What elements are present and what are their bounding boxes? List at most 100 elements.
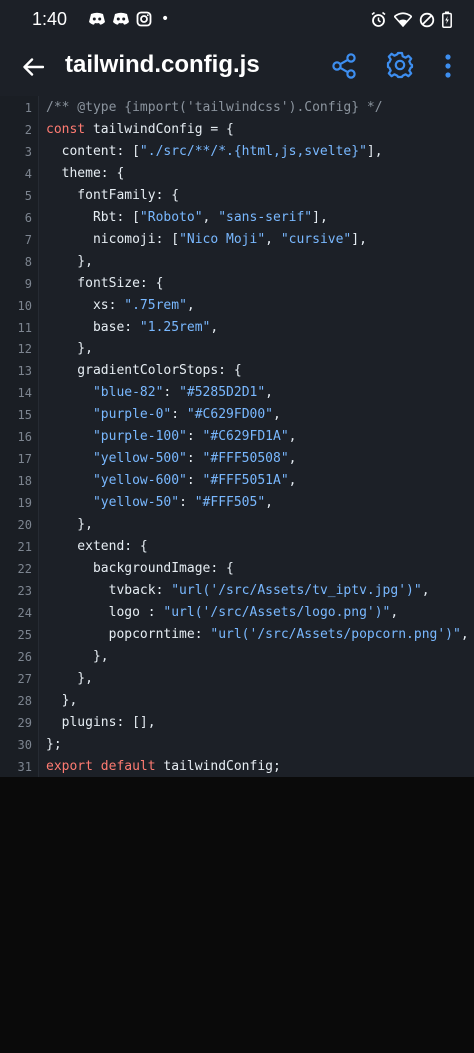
- code-token-string: "./src/**/*.{html,js,svelte}": [139, 143, 367, 159]
- code-text: fontFamily: {: [46, 185, 179, 207]
- more-vertical-icon[interactable]: [440, 52, 456, 80]
- code-line[interactable]: 1 /** @type {import('tailwindcss').Config…: [0, 97, 474, 119]
- code-line[interactable]: 23 tvback: "url('/src/Assets/tv_iptv.jpg…: [0, 580, 474, 602]
- code-text: extend: {: [46, 536, 148, 558]
- code-token-plain: extend: {: [46, 539, 148, 554]
- code-token-plain: ,: [288, 473, 297, 489]
- status-bar: 1:40 •: [0, 0, 474, 40]
- code-text: "yellow-50": "#FFF505",: [46, 492, 273, 514]
- code-line[interactable]: 11 base: "1.25rem",: [0, 317, 474, 339]
- arrow-left-icon: [23, 58, 44, 76]
- line-number: 13: [17, 364, 32, 379]
- code-text: xs: ".75rem",: [46, 295, 195, 317]
- code-text: Rbt: ["Roboto", "sans-serif"],: [46, 207, 328, 229]
- code-token-plain: xs:: [46, 297, 125, 313]
- line-number: 21: [17, 540, 32, 554]
- code-line[interactable]: 28 },: [0, 690, 474, 712]
- code-line[interactable]: 6 Rbt: ["Roboto", "sans-serif"],: [0, 207, 474, 229]
- code-line[interactable]: 24 logo : "url('/src/Assets/logo.png')",: [0, 602, 474, 624]
- line-number: 25: [17, 627, 32, 642]
- code-line[interactable]: 25 popcorntime: "url('/src/Assets/popcor…: [0, 624, 474, 646]
- code-token-plain: :: [163, 385, 180, 401]
- line-number: 3: [24, 144, 32, 159]
- code-token-string: "url('/src/Assets/popcorn.png')": [210, 626, 461, 642]
- code-line[interactable]: 8 },: [0, 251, 474, 273]
- code-line[interactable]: 19 "yellow-50": "#FFF505",: [0, 492, 474, 514]
- code-token-comment: /** @type {import('tailwindcss').Config}…: [46, 100, 383, 115]
- code-token-plain: nicomoji: [: [46, 231, 180, 247]
- code-token-string: "#FFF50508": [202, 451, 289, 467]
- line-number: 19: [17, 496, 32, 511]
- code-line[interactable]: 2 const tailwindConfig = {: [0, 119, 474, 141]
- code-line[interactable]: 22 backgroundImage: {: [0, 558, 474, 580]
- line-number: 2: [24, 122, 32, 137]
- code-token-plain: ,: [186, 297, 195, 313]
- code-line[interactable]: 9 fontSize: {: [0, 273, 474, 295]
- code-line[interactable]: 18 "yellow-600": "#FFF5051A",: [0, 470, 474, 492]
- code-line[interactable]: 7 nicomoji: ["Nico Moji", "cursive"],: [0, 229, 474, 251]
- code-line[interactable]: 15 "purple-0": "#C629FD00",: [0, 404, 474, 426]
- code-text: logo : "url('/src/Assets/logo.png')",: [46, 602, 399, 624]
- code-text: },: [46, 690, 78, 712]
- code-line[interactable]: 10 xs: ".75rem",: [0, 295, 474, 317]
- code-token-keyword: export: [46, 758, 93, 774]
- code-line[interactable]: 30};: [0, 734, 474, 756]
- code-line[interactable]: 31 export default tailwindConfig;: [0, 756, 474, 778]
- instagram-icon: [136, 11, 152, 27]
- line-number: 20: [17, 518, 32, 533]
- code-line[interactable]: 20 },: [0, 514, 474, 536]
- code-line[interactable]: 27 },: [0, 668, 474, 690]
- code-line[interactable]: 26 },: [0, 646, 474, 668]
- code-line[interactable]: 17 "yellow-500": "#FFF50508",: [0, 448, 474, 470]
- code-text: "blue-82": "#5285D2D1",: [46, 382, 273, 404]
- line-number: 24: [17, 605, 32, 620]
- code-token-keyword: default: [100, 758, 156, 774]
- app-bar: tailwind.config.js: [0, 40, 474, 96]
- code-token-string: "cursive": [280, 231, 352, 247]
- code-token-plain: :: [171, 407, 187, 423]
- code-line[interactable]: 16 "purple-100": "#C629FD1A",: [0, 426, 474, 448]
- code-line[interactable]: 4 theme: {: [0, 163, 474, 185]
- code-token-plain: ,: [273, 407, 281, 423]
- share-icon[interactable]: [330, 52, 358, 80]
- code-token-plain: },: [46, 670, 93, 686]
- code-text: };: [46, 734, 62, 756]
- discord-icon: [89, 12, 105, 25]
- line-number: 30: [17, 737, 32, 752]
- code-line[interactable]: 13 gradientColorStops: {: [0, 360, 474, 382]
- code-editor[interactable]: 1 /** @type {import('tailwindcss').Config…: [0, 96, 474, 777]
- line-number: 10: [17, 298, 32, 313]
- code-token-plain: ,: [390, 604, 399, 620]
- code-token-plain: ,: [288, 429, 297, 445]
- code-token-string: ".75rem": [124, 297, 187, 313]
- line-number: 22: [17, 561, 32, 576]
- code-token-plain: ,: [460, 626, 469, 642]
- code-text: "yellow-600": "#FFF5051A",: [46, 470, 297, 492]
- code-text: "yellow-500": "#FFF50508",: [46, 448, 297, 470]
- code-text: backgroundImage: {: [46, 558, 234, 580]
- code-line[interactable]: 29 plugins: [],: [0, 712, 474, 734]
- code-line[interactable]: 21 extend: {: [0, 536, 474, 558]
- code-token-plain: popcorntime:: [46, 626, 211, 642]
- code-token-string: "Nico Moji": [179, 231, 266, 247]
- code-token-plain: base:: [46, 319, 140, 335]
- code-token-plain: fontFamily: {: [46, 187, 180, 203]
- battery-icon: [442, 11, 452, 28]
- gear-icon[interactable]: [386, 51, 414, 79]
- code-token-plain: ,: [288, 451, 297, 467]
- code-line[interactable]: 14 "blue-82": "#5285D2D1",: [0, 382, 474, 404]
- code-line[interactable]: 5 fontFamily: {: [0, 185, 474, 207]
- code-token-plain: },: [46, 517, 93, 533]
- line-number: 4: [24, 166, 32, 181]
- code-token-plain: plugins: [],: [46, 714, 156, 730]
- discord-icon: [113, 12, 129, 25]
- code-line[interactable]: 12 },: [0, 338, 474, 360]
- code-token-plain: },: [46, 253, 93, 269]
- back-button[interactable]: [18, 52, 48, 82]
- line-number: 6: [24, 210, 32, 225]
- code-text: plugins: [],: [46, 712, 156, 734]
- code-line[interactable]: 3 content: ["./src/**/*.{html,js,svelte}…: [0, 141, 474, 163]
